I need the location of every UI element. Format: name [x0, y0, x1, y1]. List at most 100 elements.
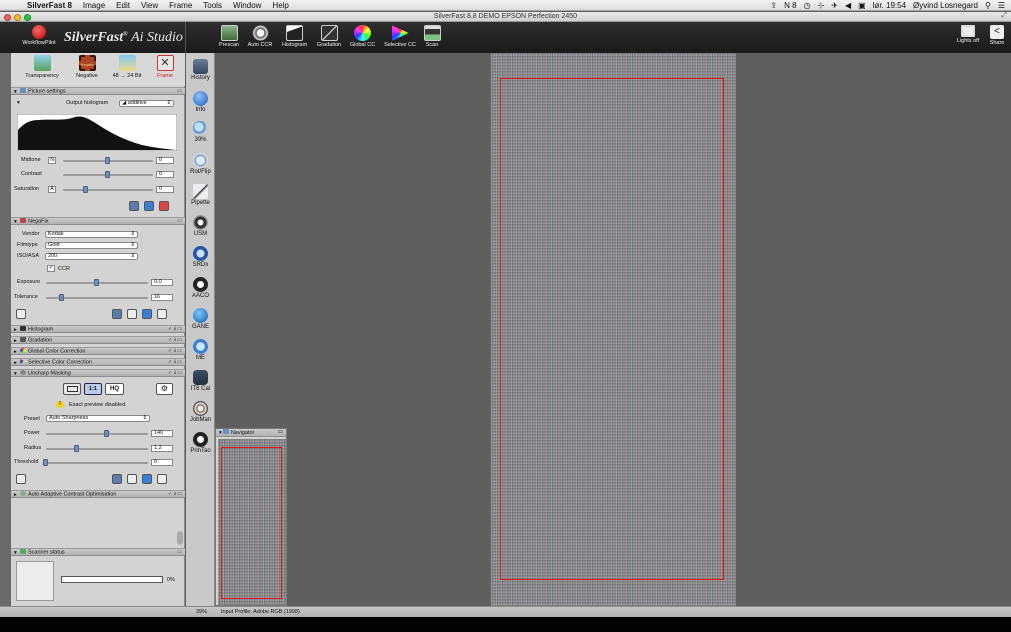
- usm-save-icon[interactable]: [16, 474, 26, 484]
- lights-off-button[interactable]: Lights off: [953, 25, 983, 44]
- frame-button[interactable]: ✕ Frame: [151, 55, 179, 79]
- contrast-value-field[interactable]: 0: [156, 171, 174, 178]
- share-button[interactable]: < Share: [986, 25, 1008, 46]
- usm-section-header[interactable]: ▾ Unsharp Masking ✓ ⅱ ▭: [11, 369, 185, 377]
- vendor-select[interactable]: Kodak ⇕: [45, 231, 138, 238]
- negafix-graduate-icon[interactable]: [127, 309, 137, 319]
- menu-window[interactable]: Window: [233, 1, 261, 10]
- menu-tools[interactable]: Tools: [203, 1, 222, 10]
- contrast-slider-knob[interactable]: [105, 171, 110, 178]
- spotlight-search-icon[interactable]: ⚲: [985, 1, 991, 10]
- airplay-icon[interactable]: ▣: [858, 1, 866, 10]
- selective-cc-section-header[interactable]: ▸ Selective Color Correction ✓ ⅱ ▭: [11, 358, 185, 366]
- usm-fit-button[interactable]: [63, 383, 81, 395]
- global-cc-section-header[interactable]: ▸ Global Color Correction ✓ ⅱ ▭: [11, 347, 185, 355]
- menu-app-name[interactable]: SilverFast 8: [27, 1, 72, 10]
- norton-icon[interactable]: N 8: [784, 1, 796, 10]
- saturation-value-field[interactable]: 0: [156, 186, 174, 193]
- exposure-value-field[interactable]: 0.0: [151, 279, 173, 286]
- menu-help[interactable]: Help: [272, 1, 288, 10]
- radius-slider[interactable]: [46, 445, 148, 452]
- radius-slider-knob[interactable]: [73, 445, 79, 452]
- usm-hq-button[interactable]: HQ: [105, 383, 124, 395]
- workflowpilot-button[interactable]: WorkflowPilot: [17, 25, 61, 46]
- it8-tool[interactable]: IT8 Cal: [186, 370, 215, 392]
- volume-icon[interactable]: ◀: [845, 1, 851, 10]
- info-tool[interactable]: Info: [186, 91, 215, 113]
- selective-cc-button[interactable]: Selective CC: [380, 25, 420, 48]
- prescan-button[interactable]: Prescan: [216, 25, 242, 48]
- notification-list-icon[interactable]: ☰: [998, 1, 1005, 10]
- section-controls-icon[interactable]: ✓ ⅱ ▭: [168, 370, 182, 376]
- usm-expert-book-icon[interactable]: [112, 474, 122, 484]
- usm-zoom-icon[interactable]: [142, 474, 152, 484]
- exposure-slider[interactable]: [46, 279, 148, 286]
- tolerance-slider-knob[interactable]: [59, 294, 65, 301]
- global-cc-button[interactable]: Global CC: [347, 25, 378, 48]
- power-slider[interactable]: [46, 430, 148, 437]
- threshold-value-field[interactable]: 0: [151, 459, 173, 466]
- scan-button[interactable]: Scan: [421, 25, 443, 48]
- histogram-disclosure-icon[interactable]: ▾: [17, 100, 20, 106]
- panel-menu-icon[interactable]: ▭: [177, 549, 182, 555]
- picture-zoom-icon[interactable]: [144, 201, 154, 211]
- section-controls-icon[interactable]: ✓ ⅱ ▭: [168, 491, 182, 497]
- usm-tool[interactable]: USM: [186, 215, 215, 237]
- histogram-button[interactable]: Histogram: [278, 25, 311, 48]
- midtone-auto-button[interactable]: N: [48, 157, 56, 164]
- bitdepth-button[interactable]: 48 → 24 Bit: [107, 55, 147, 79]
- usm-settings-gear-icon[interactable]: ⚙: [156, 383, 173, 395]
- power-value-field[interactable]: 140: [151, 430, 173, 437]
- auto-ccr-button[interactable]: Auto CCR: [245, 25, 275, 48]
- section-controls-icon[interactable]: ✓ ⅱ ▭: [168, 348, 182, 354]
- gane-tool[interactable]: GANE: [186, 308, 215, 330]
- pipette-tool[interactable]: Pipette: [186, 184, 215, 206]
- usm-1to1-button[interactable]: 1:1: [84, 383, 102, 395]
- tolerance-slider[interactable]: [46, 294, 148, 301]
- midtone-slider[interactable]: [63, 157, 153, 164]
- radius-value-field[interactable]: 1.2: [151, 445, 173, 452]
- panel-scrollbar[interactable]: [177, 531, 183, 545]
- menu-view[interactable]: View: [141, 1, 158, 10]
- midtone-slider-knob[interactable]: [105, 157, 110, 164]
- negafix-expert-book-icon[interactable]: [112, 309, 122, 319]
- negafix-header[interactable]: ▾ NegaFix ▭: [11, 217, 185, 225]
- exposure-slider-knob[interactable]: [94, 279, 99, 286]
- wifi-icon[interactable]: ✈: [831, 1, 838, 10]
- negative-button[interactable]: Negativ Negative: [71, 55, 103, 79]
- threshold-slider[interactable]: [43, 459, 148, 466]
- zoom-tool[interactable]: 39%: [186, 121, 215, 143]
- gradation-button[interactable]: Gradation: [313, 25, 345, 48]
- section-controls-icon[interactable]: ✓ ⅱ ▭: [168, 337, 182, 343]
- navigator-frame[interactable]: [221, 447, 282, 599]
- bluetooth-icon[interactable]: ⊹: [818, 1, 825, 10]
- timemachine-icon[interactable]: ◷: [804, 1, 811, 10]
- picture-expert-book-icon[interactable]: [129, 201, 139, 211]
- scanner-status-header[interactable]: ▾ Scanner status ▭: [11, 548, 185, 556]
- srdx-tool[interactable]: SRDx: [186, 246, 215, 268]
- aaco-section-header[interactable]: ▸ Auto Adaptive Contrast Optimisation ✓ ⅱ…: [11, 490, 185, 498]
- aaco-tool[interactable]: AACO: [186, 277, 215, 299]
- history-tool[interactable]: History: [186, 59, 215, 81]
- jobman-tool[interactable]: JobMan: [186, 401, 215, 423]
- negafix-reset-icon[interactable]: [157, 309, 167, 319]
- saturation-slider[interactable]: [63, 186, 153, 193]
- negafix-save-icon[interactable]: [16, 309, 26, 319]
- histogram-mode-select[interactable]: ◢ additive ⇕: [119, 100, 174, 107]
- threshold-slider-knob[interactable]: [43, 459, 48, 466]
- contrast-slider[interactable]: [63, 171, 153, 178]
- tolerance-value-field[interactable]: 16: [151, 294, 173, 301]
- navigator-window[interactable]: ▾ Navigator ▭: [215, 428, 287, 606]
- section-controls-icon[interactable]: ✓ ⅱ ▭: [168, 326, 182, 332]
- menubar-clock[interactable]: lør. 19:54: [873, 1, 906, 10]
- disclosure-closed-icon[interactable]: ▸: [14, 360, 20, 366]
- capslock-icon[interactable]: ⇪: [770, 1, 777, 10]
- fullscreen-icon[interactable]: ⤢: [1001, 12, 1007, 20]
- iso-select[interactable]: 200 ⇕: [45, 253, 138, 260]
- power-slider-knob[interactable]: [104, 430, 110, 437]
- menu-frame[interactable]: Frame: [169, 1, 192, 10]
- panel-menu-icon[interactable]: ▭: [177, 88, 182, 94]
- panel-menu-icon[interactable]: ▭: [177, 218, 182, 224]
- saturation-auto-button[interactable]: A: [48, 186, 56, 193]
- menu-edit[interactable]: Edit: [116, 1, 130, 10]
